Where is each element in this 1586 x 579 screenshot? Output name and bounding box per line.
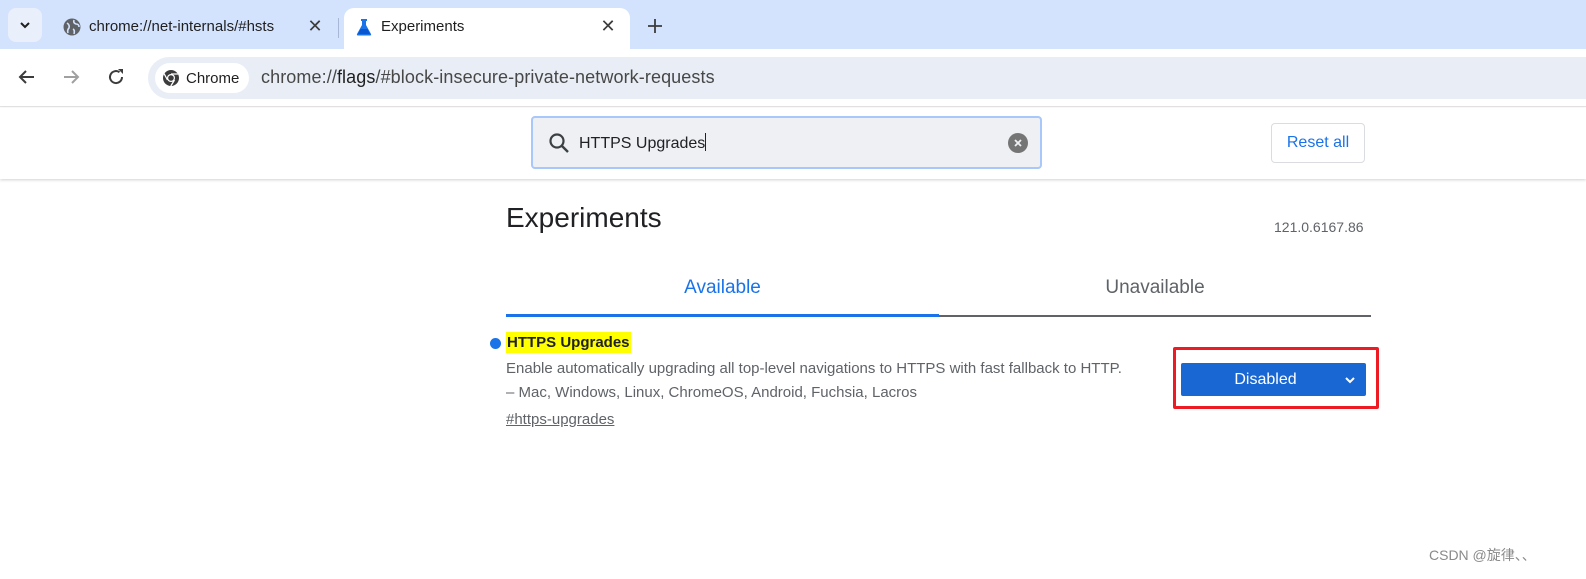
search-input[interactable]: HTTPS Upgrades bbox=[531, 116, 1042, 169]
reload-icon bbox=[109, 69, 124, 85]
page-title: Experiments bbox=[506, 202, 662, 233]
forward-arrow-icon bbox=[64, 70, 80, 84]
url-scheme: chrome:// bbox=[261, 67, 337, 87]
search-icon bbox=[549, 133, 569, 153]
experiment-permalink[interactable]: #https-upgrades bbox=[506, 411, 614, 428]
experiment-description: Enable automatically upgrading all top-l… bbox=[506, 360, 1122, 377]
tab-separator bbox=[338, 18, 339, 38]
back-arrow-icon bbox=[18, 70, 34, 84]
url-host: flags bbox=[336, 67, 376, 87]
plus-icon bbox=[648, 19, 662, 33]
flask-icon bbox=[354, 17, 374, 37]
tab-title: chrome://net-internals/#hsts bbox=[89, 18, 275, 35]
tab-search-button[interactable] bbox=[8, 8, 42, 42]
forward-button[interactable] bbox=[56, 62, 86, 92]
close-icon[interactable]: ✕ bbox=[303, 14, 327, 38]
reload-button[interactable] bbox=[101, 62, 131, 92]
search-value: HTTPS Upgrades bbox=[579, 133, 707, 152]
url-path: /#block-insecure-private-network-request… bbox=[375, 67, 715, 87]
experiment-state-select[interactable]: Disabled bbox=[1181, 363, 1366, 396]
back-button[interactable] bbox=[12, 62, 42, 92]
chrome-logo-icon bbox=[163, 70, 179, 87]
close-icon[interactable]: ✕ bbox=[596, 14, 620, 38]
new-tab-button[interactable] bbox=[641, 12, 669, 40]
experiment-platforms: – Mac, Windows, Linux, ChromeOS, Android… bbox=[506, 384, 918, 401]
globe-icon bbox=[62, 17, 82, 37]
address-bar[interactable]: Chrome chrome://flags/#block-insecure-pr… bbox=[148, 57, 1586, 99]
tab-title: Experiments bbox=[381, 18, 465, 35]
chevron-down-icon bbox=[1345, 377, 1355, 384]
clear-search-icon[interactable] bbox=[1008, 133, 1028, 153]
toolbar: Chrome chrome://flags/#block-insecure-pr… bbox=[0, 49, 1586, 107]
flags-header: HTTPS Upgrades Reset all bbox=[0, 108, 1586, 179]
version-label: 121.0.6167.86 bbox=[1274, 219, 1364, 235]
watermark: CSDN @旋律、、 bbox=[1429, 547, 1536, 563]
tab-experiments[interactable]: Experiments ✕ bbox=[344, 8, 630, 49]
tab-net-internals[interactable]: chrome://net-internals/#hsts ✕ bbox=[52, 8, 337, 49]
experiment-name: HTTPS Upgrades bbox=[506, 332, 631, 353]
chip-label: Chrome bbox=[186, 69, 240, 87]
reset-all-button[interactable]: Reset all bbox=[1271, 123, 1365, 163]
tab-unavailable[interactable]: Unavailable bbox=[939, 268, 1371, 315]
select-value: Disabled bbox=[1234, 370, 1297, 388]
tab-strip: chrome://net-internals/#hsts ✕ Experimen… bbox=[0, 0, 1586, 49]
modified-indicator-dot bbox=[490, 338, 501, 349]
url-text: chrome://flags/#block-insecure-private-n… bbox=[261, 67, 715, 88]
chevron-down-icon bbox=[20, 22, 30, 29]
site-info-chip[interactable]: Chrome bbox=[155, 63, 249, 93]
tab-available[interactable]: Available bbox=[506, 268, 939, 317]
experiment-tabs: Available Unavailable bbox=[506, 268, 1371, 317]
